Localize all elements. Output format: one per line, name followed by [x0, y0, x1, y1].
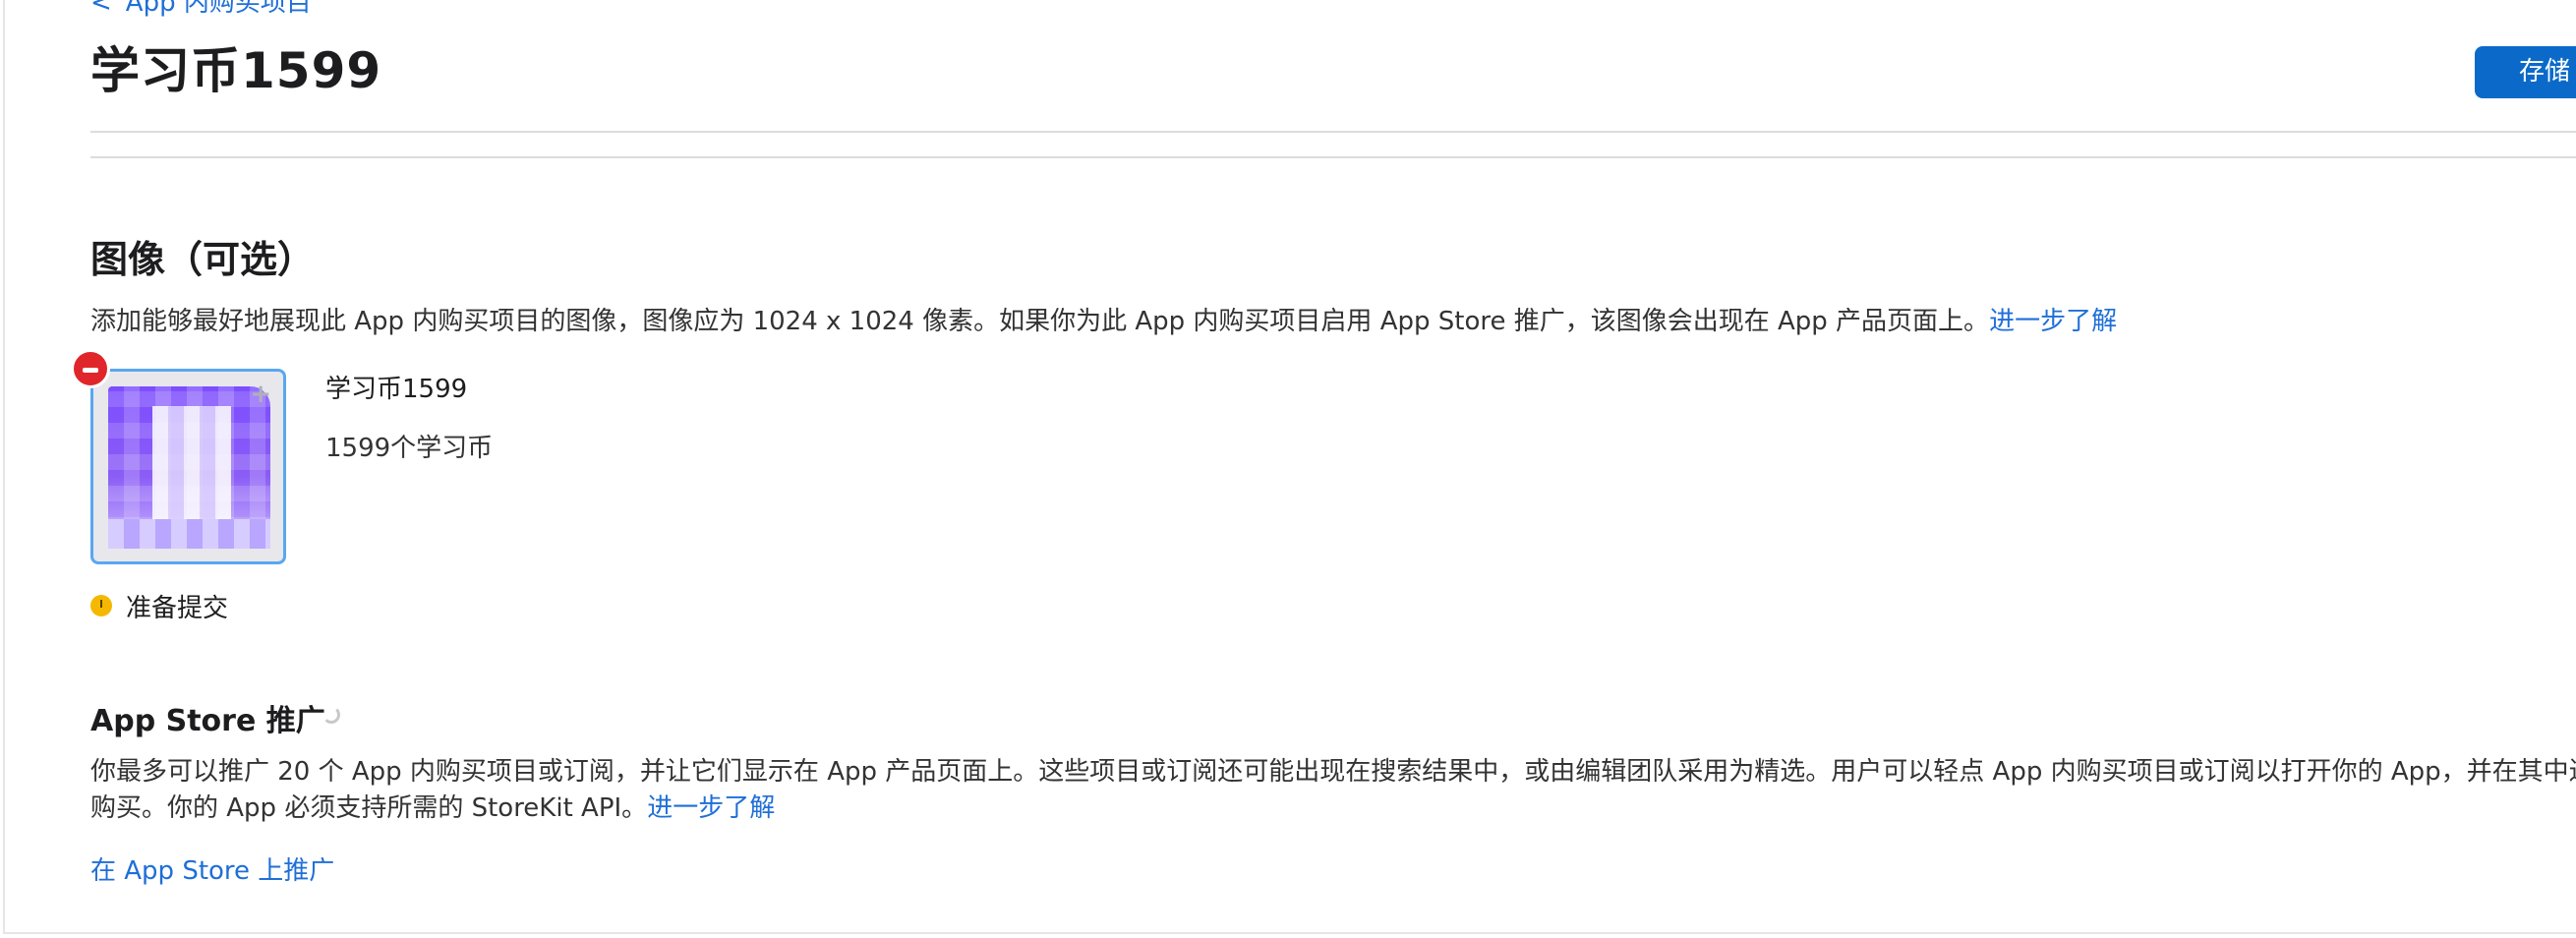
item-display-description: 1599个学习币	[325, 434, 494, 463]
learn-more-link[interactable]: 进一步了解	[1989, 307, 2117, 336]
status-label: 准备提交	[126, 593, 229, 623]
promotion-description-line: 购买。你的 App 必须支持所需的 StoreKit API。进一步了解	[90, 791, 2576, 827]
divider	[90, 131, 2576, 133]
learn-more-link[interactable]: 进一步了解	[647, 793, 775, 823]
promotion-description-line: 你最多可以推广 20 个 App 内购买项目或订阅，并让它们显示在 App 产品…	[90, 757, 2576, 787]
clock-icon	[90, 595, 112, 616]
remove-image-icon[interactable]	[71, 349, 110, 388]
chevron-left-icon: <	[90, 0, 112, 18]
item-image-thumbnail[interactable]: +	[90, 369, 286, 564]
image-pixelated-content	[152, 406, 231, 524]
breadcrumb-link[interactable]: App 内购买项目	[126, 0, 312, 18]
promote-on-app-store-link[interactable]: 在 App Store 上推广	[90, 850, 334, 887]
page-title: 学习币1599	[90, 42, 382, 99]
image-section-title: 图像（可选）	[90, 238, 316, 281]
loading-spinner-icon	[322, 706, 340, 724]
description-text: 添加能够最好地展现此 App 内购买项目的图像，图像应为 1024 x 1024…	[90, 307, 1990, 336]
image-section-description: 添加能够最好地展现此 App 内购买项目的图像，图像应为 1024 x 1024…	[90, 301, 2117, 337]
item-display-name: 学习币1599	[325, 375, 468, 404]
add-icon[interactable]: +	[250, 381, 271, 407]
image-pixelated-base	[108, 519, 270, 549]
save-button[interactable]: 存储	[2475, 46, 2576, 98]
item-image	[108, 386, 270, 549]
status-indicator: 准备提交	[90, 588, 228, 623]
breadcrumb[interactable]: < App 内购买项目	[90, 0, 312, 19]
divider	[90, 156, 2576, 158]
promotion-description-text: 购买。你的 App 必须支持所需的 StoreKit API。	[90, 793, 648, 823]
promotion-title: App Store 推广	[90, 704, 325, 738]
promotion-description: 你最多可以推广 20 个 App 内购买项目或订阅，并让它们显示在 App 产品…	[90, 754, 2576, 827]
